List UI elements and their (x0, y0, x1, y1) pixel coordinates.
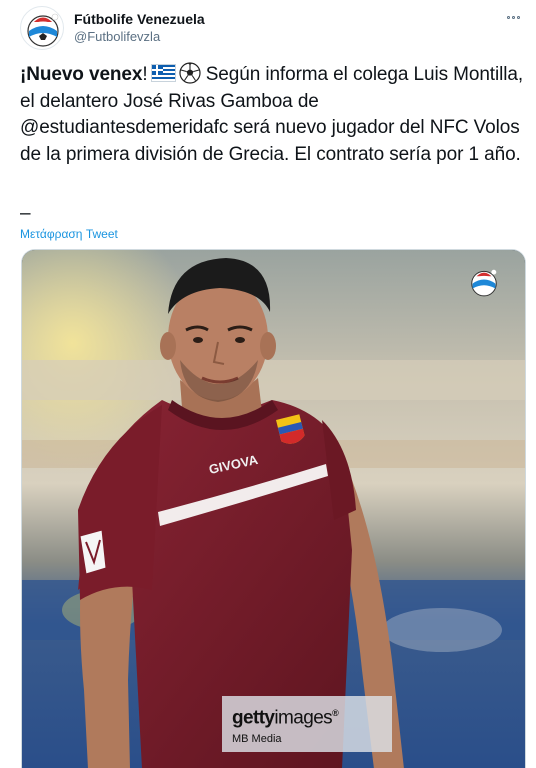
more-dot-icon (511, 15, 515, 19)
greece-flag-icon (150, 64, 176, 82)
tweet-text-exclaim: ! (142, 64, 148, 85)
getty-credit: MB Media (232, 733, 282, 746)
user-info[interactable]: Fútbolife Venezuela @Futbolifevzla (74, 10, 205, 45)
tweet-text: ¡Nuevo venex! Según informa el colega Lu… (20, 62, 526, 168)
display-name[interactable]: Fútbolife Venezuela (74, 10, 205, 28)
tweet-header: Fútbolife Venezuela @Futbolifevzla (20, 6, 524, 50)
getty-brand-mark: ® (332, 708, 339, 718)
player-photo: GIVOVA (22, 250, 525, 768)
tweet-photo[interactable]: GIVOVA gettyimages® MB Media (21, 249, 526, 768)
tweet-text-bold: ¡Nuevo venex (20, 64, 143, 85)
separator-dash: – (20, 203, 31, 224)
translate-tweet-link[interactable]: Μετάφραση Tweet (20, 227, 118, 241)
futbolife-logo-icon (27, 13, 59, 47)
getty-brand: gettyimages® (232, 702, 382, 729)
more-options-button[interactable] (502, 8, 524, 26)
getty-brand-bold: getty (232, 707, 275, 729)
futbolife-watermark-icon (471, 269, 497, 297)
user-handle[interactable]: @Futbolifevzla (74, 28, 205, 45)
tweet-card: Fútbolife Venezuela @Futbolifevzla ¡Nuev… (0, 0, 536, 768)
getty-watermark: gettyimages® MB Media (222, 696, 392, 752)
avatar[interactable] (20, 6, 64, 50)
soccer-ball-icon (178, 62, 201, 84)
more-dot-icon (506, 15, 510, 19)
more-dot-icon (516, 15, 520, 19)
getty-brand-light: images (274, 707, 333, 729)
